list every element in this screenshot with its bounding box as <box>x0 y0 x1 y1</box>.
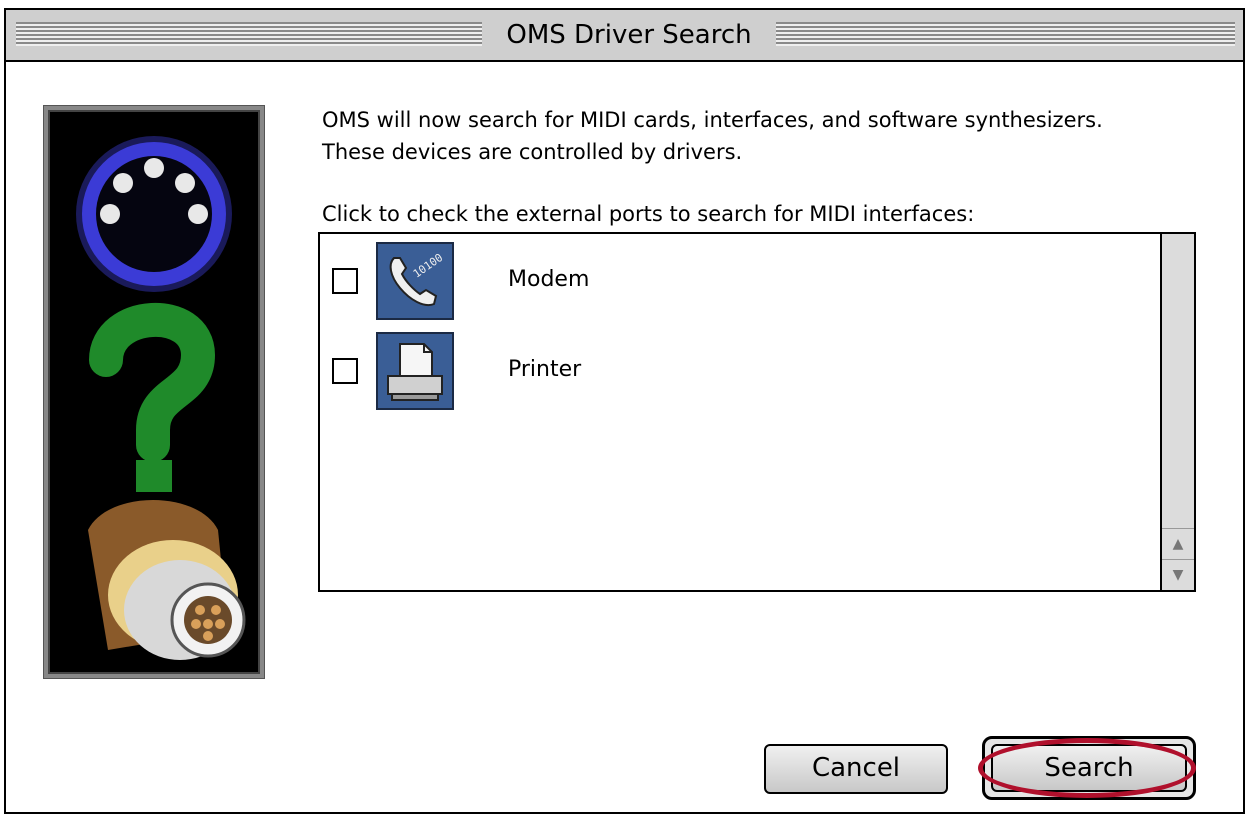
modem-phone-icon: 10100 <box>376 242 454 320</box>
port-row-modem[interactable]: 10100 Modem <box>328 242 1148 320</box>
question-mark-icon <box>89 303 216 492</box>
port-label-modem: Modem <box>508 267 590 292</box>
vertical-scrollbar[interactable]: ▲ ▼ <box>1160 234 1194 590</box>
window-title: OMS Driver Search <box>482 18 776 52</box>
printer-icon <box>376 332 454 410</box>
search-button-default-ring: Search <box>982 736 1196 800</box>
oms-artwork-panel <box>44 106 264 678</box>
scroll-down-arrow-icon[interactable]: ▼ <box>1162 559 1194 590</box>
printer-checkbox[interactable] <box>332 358 358 384</box>
title-bar-stripes-left <box>16 22 482 46</box>
midi-din-connector-icon <box>76 136 232 292</box>
ports-list: 10100 Modem Printer ▲ ▼ <box>318 232 1196 592</box>
title-bar[interactable]: OMS Driver Search <box>6 10 1243 62</box>
cancel-button[interactable]: Cancel <box>764 744 948 794</box>
midi-cable-plug-icon <box>88 500 246 660</box>
svg-text:10100: 10100 <box>411 251 446 281</box>
description-text: OMS will now search for MIDI cards, inte… <box>322 108 1103 164</box>
instruction-text: Click to check the external ports to sea… <box>322 202 975 226</box>
title-bar-stripes-right <box>776 22 1235 46</box>
modem-checkbox[interactable] <box>332 268 358 294</box>
search-button[interactable]: Search <box>991 744 1187 792</box>
scroll-up-arrow-icon[interactable]: ▲ <box>1162 528 1194 559</box>
port-label-printer: Printer <box>508 357 582 382</box>
port-row-printer[interactable]: Printer <box>328 332 1148 410</box>
